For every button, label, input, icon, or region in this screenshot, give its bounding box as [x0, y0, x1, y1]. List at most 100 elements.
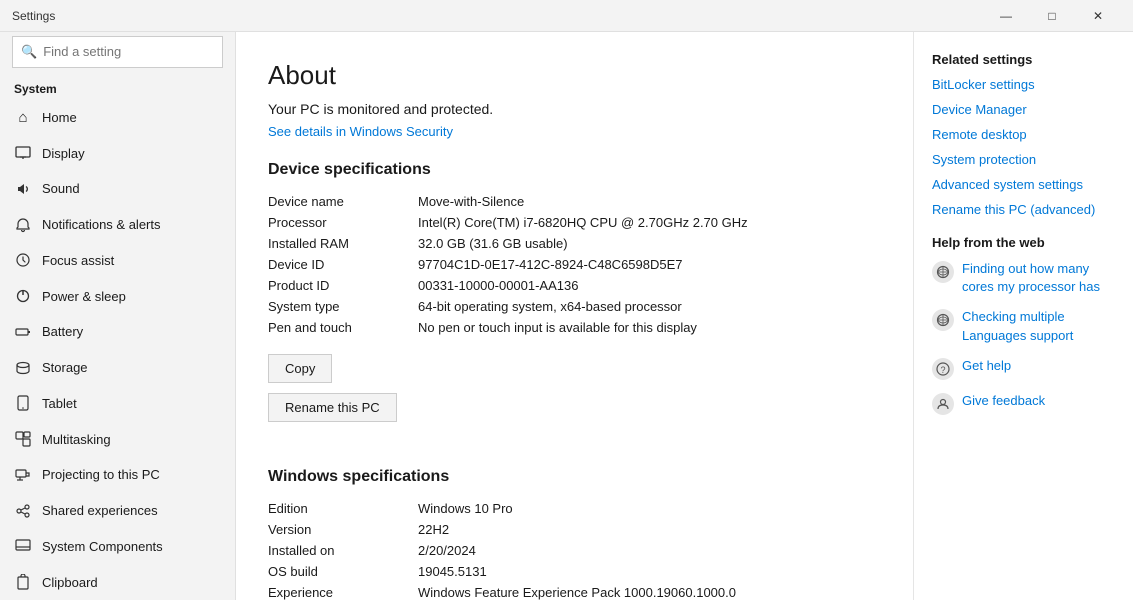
related-link[interactable]: Rename this PC (advanced): [932, 202, 1115, 217]
spec-label: Installed RAM: [268, 233, 418, 254]
device-specs-table: Device nameMove-with-SilenceProcessorInt…: [268, 191, 881, 338]
svg-text:?: ?: [940, 365, 945, 375]
sidebar-item-focus[interactable]: Focus assist: [0, 243, 235, 279]
spec-value: Windows Feature Experience Pack 1000.190…: [418, 582, 881, 600]
table-row: Device nameMove-with-Silence: [268, 191, 881, 212]
search-box[interactable]: 🔍: [12, 36, 223, 68]
sidebar-item-label: System Components: [42, 539, 163, 554]
copy-button-1[interactable]: Copy: [268, 354, 332, 383]
spec-value: Move-with-Silence: [418, 191, 881, 212]
sidebar-item-label: Projecting to this PC: [42, 467, 160, 482]
table-row: Product ID00331-10000-00001-AA136: [268, 275, 881, 296]
related-settings-title: Related settings: [932, 52, 1115, 67]
spec-value: No pen or touch input is available for t…: [418, 317, 881, 338]
get-help-link[interactable]: Get help: [962, 357, 1011, 375]
give-feedback-item: Give feedback: [932, 392, 1115, 415]
help-link[interactable]: Finding out how many cores my processor …: [962, 260, 1115, 296]
see-details-link[interactable]: See details in Windows Security: [268, 124, 453, 139]
sidebar-item-label: Sound: [42, 181, 80, 196]
sidebar-item-label: Storage: [42, 360, 88, 375]
sidebar-item-label: Focus assist: [42, 253, 114, 268]
spec-label: Edition: [268, 498, 418, 519]
sidebar-item-label: Display: [42, 146, 85, 161]
maximize-button[interactable]: □: [1029, 0, 1075, 32]
spec-label: Pen and touch: [268, 317, 418, 338]
help-item: Checking multiple Languages support: [932, 308, 1115, 344]
help-link[interactable]: Checking multiple Languages support: [962, 308, 1115, 344]
sidebar-item-storage[interactable]: Storage: [0, 350, 235, 386]
table-row: ExperienceWindows Feature Experience Pac…: [268, 582, 881, 600]
app-body: 🔍 System ⌂ Home Display Sound Notificati…: [0, 32, 1133, 600]
spec-label: OS build: [268, 561, 418, 582]
table-row: Installed RAM32.0 GB (31.6 GB usable): [268, 233, 881, 254]
minimize-button[interactable]: —: [983, 0, 1029, 32]
table-row: Installed on2/20/2024: [268, 540, 881, 561]
sidebar-item-label: Shared experiences: [42, 503, 158, 518]
sidebar-item-multitasking[interactable]: Multitasking: [0, 421, 235, 457]
table-row: Pen and touchNo pen or touch input is av…: [268, 317, 881, 338]
sidebar-item-power[interactable]: Power & sleep: [0, 278, 235, 314]
right-panel: Related settings BitLocker settings Devic…: [913, 32, 1133, 600]
spec-value: 2/20/2024: [418, 540, 881, 561]
sidebar-item-shared[interactable]: Shared experiences: [0, 493, 235, 529]
sidebar-item-battery[interactable]: Battery: [0, 314, 235, 350]
windows-section-title: Windows specifications: [268, 468, 881, 486]
sidebar-item-clipboard[interactable]: Clipboard: [0, 564, 235, 600]
storage-icon: [14, 359, 32, 377]
spec-value: 32.0 GB (31.6 GB usable): [418, 233, 881, 254]
sidebar-item-notifications[interactable]: Notifications & alerts: [0, 207, 235, 243]
spec-label: Product ID: [268, 275, 418, 296]
windows-specs-table: EditionWindows 10 ProVersion22H2Installe…: [268, 498, 881, 600]
sidebar-item-display[interactable]: Display: [0, 135, 235, 171]
close-button[interactable]: ✕: [1075, 0, 1121, 32]
titlebar: Settings — □ ✕: [0, 0, 1133, 32]
device-section-title: Device specifications: [268, 161, 881, 179]
spec-value: 19045.5131: [418, 561, 881, 582]
tablet-icon: [14, 394, 32, 412]
related-link[interactable]: Remote desktop: [932, 127, 1115, 142]
multitasking-icon: [14, 430, 32, 448]
titlebar-controls: — □ ✕: [983, 0, 1121, 32]
sidebar-item-home[interactable]: ⌂ Home: [0, 100, 235, 136]
give-feedback-icon: [932, 393, 954, 415]
sidebar-item-label: Power & sleep: [42, 289, 126, 304]
spec-label: Processor: [268, 212, 418, 233]
sidebar-item-label: Multitasking: [42, 432, 111, 447]
spec-value: Windows 10 Pro: [418, 498, 881, 519]
get-help-item: ? Get help: [932, 357, 1115, 380]
related-link[interactable]: Device Manager: [932, 102, 1115, 117]
battery-icon: [14, 323, 32, 341]
rename-button[interactable]: Rename this PC: [268, 393, 397, 422]
sidebar-item-label: Notifications & alerts: [42, 217, 161, 232]
titlebar-app-name: Settings: [12, 9, 55, 23]
give-feedback-link[interactable]: Give feedback: [962, 392, 1045, 410]
home-icon: ⌂: [14, 108, 32, 126]
search-input[interactable]: [43, 44, 219, 59]
sidebar-item-label: Tablet: [42, 396, 77, 411]
shared-icon: [14, 502, 32, 520]
page-title: About: [268, 60, 881, 91]
sidebar-item-projecting[interactable]: Projecting to this PC: [0, 457, 235, 493]
sidebar-item-tablet[interactable]: Tablet: [0, 385, 235, 421]
help-web-icon: [932, 261, 954, 283]
spec-label: Device name: [268, 191, 418, 212]
security-status: Your PC is monitored and protected.: [268, 101, 881, 117]
search-icon: 🔍: [21, 44, 37, 60]
spec-value: 97704C1D-0E17-412C-8924-C48C6598D5E7: [418, 254, 881, 275]
display-icon: [14, 144, 32, 162]
sidebar-item-label: Home: [42, 110, 77, 125]
help-title: Help from the web: [932, 235, 1115, 250]
sidebar-item-components[interactable]: System Components: [0, 528, 235, 564]
sound-icon: [14, 180, 32, 198]
related-link[interactable]: BitLocker settings: [932, 77, 1115, 92]
related-link[interactable]: Advanced system settings: [932, 177, 1115, 192]
spec-value: 22H2: [418, 519, 881, 540]
table-row: Device ID97704C1D-0E17-412C-8924-C48C659…: [268, 254, 881, 275]
related-link[interactable]: System protection: [932, 152, 1115, 167]
help-web-icon: [932, 309, 954, 331]
spec-value: 00331-10000-00001-AA136: [418, 275, 881, 296]
spec-value: Intel(R) Core(TM) i7-6820HQ CPU @ 2.70GH…: [418, 212, 881, 233]
sidebar-item-sound[interactable]: Sound: [0, 171, 235, 207]
table-row: ProcessorIntel(R) Core(TM) i7-6820HQ CPU…: [268, 212, 881, 233]
help-item: Finding out how many cores my processor …: [932, 260, 1115, 296]
